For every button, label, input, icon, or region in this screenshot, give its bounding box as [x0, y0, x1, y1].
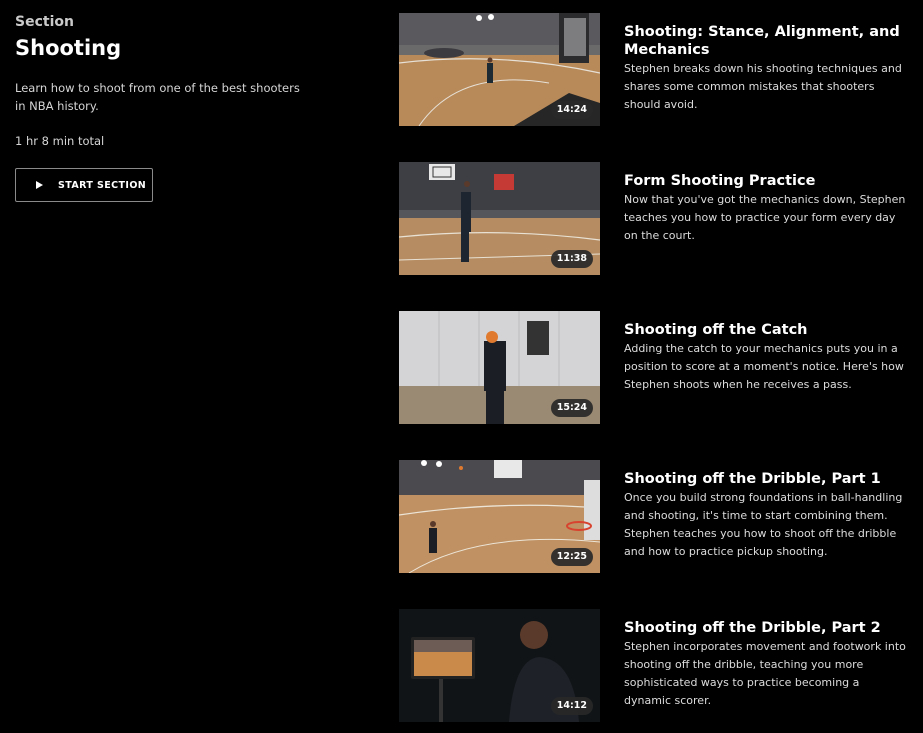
lesson-info: Form Shooting Practice Now that you've g… — [624, 172, 909, 245]
lesson-item[interactable]: 14:24 Shooting: Stance, Alignment, and M… — [399, 13, 909, 126]
lesson-description: Adding the catch to your mechanics puts … — [624, 342, 904, 391]
lesson-item[interactable]: 12:25 Shooting off the Dribble, Part 1 O… — [399, 460, 909, 573]
lesson-title[interactable]: Form Shooting Practice — [624, 172, 909, 190]
lesson-info: Shooting: Stance, Alignment, and Mechani… — [624, 23, 909, 114]
lesson-thumbnail[interactable]: 12:25 — [399, 460, 600, 573]
section-description: Learn how to shoot from one of the best … — [15, 81, 300, 113]
lesson-description: Now that you've got the mechanics down, … — [624, 193, 906, 242]
lesson-item[interactable]: 11:38 Form Shooting Practice Now that yo… — [399, 162, 909, 275]
lesson-duration: 12:25 — [550, 548, 593, 566]
lesson-description: Stephen breaks down his shooting techniq… — [624, 62, 902, 111]
lesson-thumbnail[interactable]: 14:24 — [399, 13, 600, 126]
section-eyebrow: Section — [15, 14, 74, 30]
lesson-duration: 14:24 — [550, 101, 593, 119]
lesson-duration: 11:38 — [550, 250, 593, 268]
lesson-item[interactable]: 14:12 Shooting off the Dribble, Part 2 S… — [399, 609, 909, 722]
section-title: Shooting — [15, 36, 122, 60]
lesson-title[interactable]: Shooting: Stance, Alignment, and Mechani… — [624, 23, 909, 59]
lesson-title[interactable]: Shooting off the Catch — [624, 321, 909, 339]
lesson-duration: 14:12 — [550, 697, 593, 715]
lesson-description: Stephen incorporates movement and footwo… — [624, 640, 906, 707]
lesson-title[interactable]: Shooting off the Dribble, Part 2 — [624, 619, 909, 637]
lesson-thumbnail[interactable]: 11:38 — [399, 162, 600, 275]
lesson-info: Shooting off the Catch Adding the catch … — [624, 321, 909, 394]
lesson-thumbnail[interactable]: 15:24 — [399, 311, 600, 424]
lesson-duration: 15:24 — [550, 399, 593, 417]
lesson-info: Shooting off the Dribble, Part 2 Stephen… — [624, 619, 909, 710]
start-section-button[interactable]: START SECTION — [15, 168, 153, 202]
section-panel: Section Shooting Learn how to shoot from… — [15, 14, 315, 202]
lesson-title[interactable]: Shooting off the Dribble, Part 1 — [624, 470, 909, 488]
lesson-description: Once you build strong foundations in bal… — [624, 491, 903, 558]
section-total-duration: 1 hr 8 min total — [15, 134, 105, 148]
lesson-item[interactable]: 15:24 Shooting off the Catch Adding the … — [399, 311, 909, 424]
lesson-thumbnail[interactable]: 14:12 — [399, 609, 600, 722]
play-icon — [36, 181, 43, 189]
lesson-info: Shooting off the Dribble, Part 1 Once yo… — [624, 470, 909, 561]
start-section-label: START SECTION — [58, 179, 147, 191]
